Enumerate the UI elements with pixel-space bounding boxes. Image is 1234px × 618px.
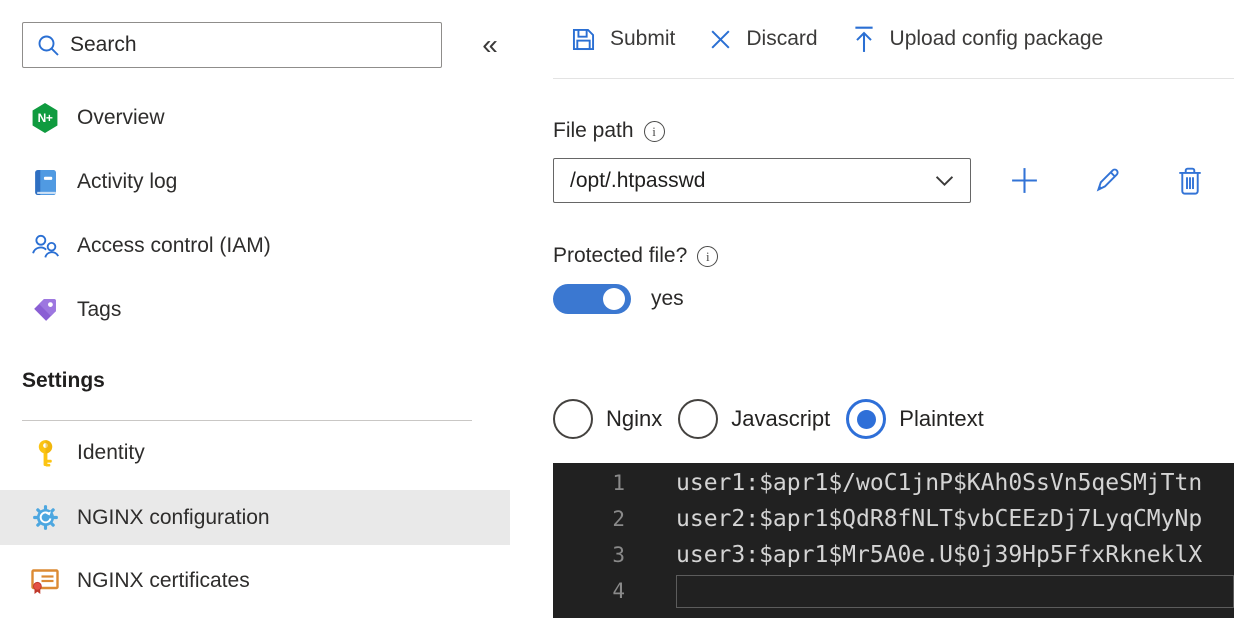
sidebar-item-access-control[interactable]: Access control (IAM) xyxy=(0,214,510,278)
people-icon xyxy=(30,231,60,261)
trash-icon xyxy=(1179,167,1201,195)
nginx-logo-icon: N+ xyxy=(30,103,60,133)
chevron-down-icon xyxy=(935,175,954,186)
collapse-sidebar-button[interactable]: « xyxy=(462,24,518,66)
sidebar-search-row: « xyxy=(22,22,522,68)
sidebar-item-label: NGINX configuration xyxy=(77,505,270,529)
pencil-icon xyxy=(1096,168,1119,192)
gear-icon xyxy=(30,503,60,533)
search-box[interactable] xyxy=(22,22,442,68)
sidebar-item-activity-log[interactable]: Activity log xyxy=(0,150,510,214)
line-number: 3 xyxy=(612,543,625,567)
protected-file-toggle[interactable] xyxy=(553,284,631,314)
protected-file-label: Protected file? xyxy=(553,244,688,267)
line-number: 4 xyxy=(612,579,625,603)
tag-icon xyxy=(30,295,60,325)
sidebar-item-label: Access control (IAM) xyxy=(77,234,271,257)
toggle-knob xyxy=(603,288,625,310)
activity-log-icon xyxy=(30,167,60,197)
sidebar-item-label: NGINX certificates xyxy=(77,569,250,592)
sidebar-item-label: Identity xyxy=(77,441,145,464)
editor-line: 4 xyxy=(553,573,1234,609)
file-path-label-row: File path xyxy=(553,119,665,143)
editor-line: 3 user3:$apr1$Mr5A0e.U$0j39Hp5FfxRkneklX xyxy=(553,537,1234,573)
sidebar-item-tags[interactable]: Tags xyxy=(0,278,510,342)
radio-circle xyxy=(846,399,887,439)
radio-circle xyxy=(678,399,719,439)
upload-icon xyxy=(854,26,873,52)
submit-button[interactable]: Submit xyxy=(570,26,675,53)
toggle-state-label: yes xyxy=(651,287,684,310)
nginx-configuration-panel: Submit Discard Upload config package Fil… xyxy=(553,0,1234,618)
line-number: 1 xyxy=(612,471,625,495)
edit-file-button[interactable] xyxy=(1089,163,1125,199)
radio-javascript[interactable]: Javascript xyxy=(678,399,830,439)
x-icon xyxy=(711,29,730,49)
add-file-button[interactable] xyxy=(1006,163,1042,199)
delete-file-button[interactable] xyxy=(1172,163,1208,199)
key-icon xyxy=(30,438,60,468)
file-path-combobox[interactable]: /opt/.htpasswd xyxy=(553,158,971,203)
sidebar-item-identity[interactable]: Identity xyxy=(0,421,510,485)
radio-plaintext[interactable]: Plaintext xyxy=(846,399,984,439)
code-line[interactable]: user3:$apr1$Mr5A0e.U$0j39Hp5FfxRkneklX xyxy=(676,542,1202,568)
editor-line: 2 user2:$apr1$QdR8fNLT$vbCEEzDj7LyqCMyNp xyxy=(553,501,1234,537)
protected-file-row: yes xyxy=(553,284,684,314)
file-path-value: /opt/.htpasswd xyxy=(570,168,706,192)
nginx-configuration-page: « N+ Overview Activity log Access contro… xyxy=(0,0,1234,618)
config-code-editor[interactable]: 1 user1:$apr1$/woC1jnP$KAh0SsVn5qeSMjTtn… xyxy=(553,463,1234,618)
file-path-row: /opt/.htpasswd xyxy=(553,158,1208,203)
file-path-label: File path xyxy=(553,119,634,142)
upload-config-package-button[interactable]: Upload config package xyxy=(851,25,1103,53)
line-number: 2 xyxy=(612,507,625,531)
plus-icon xyxy=(1011,168,1037,193)
sidebar-item-label: Overview xyxy=(77,106,165,129)
code-line[interactable]: user2:$apr1$QdR8fNLT$vbCEEzDj7LyqCMyNp xyxy=(676,506,1202,532)
discard-button[interactable]: Discard xyxy=(708,27,818,52)
save-icon xyxy=(572,28,595,50)
protected-file-label-row: Protected file? xyxy=(553,244,719,268)
sidebar-item-nginx-certificates[interactable]: NGINX certificates xyxy=(0,549,510,613)
editor-line: 1 user1:$apr1$/woC1jnP$KAh0SsVn5qeSMjTtn xyxy=(553,465,1234,501)
format-radio-group: Nginx Javascript Plaintext xyxy=(553,398,1000,440)
settings-section-header: Settings xyxy=(22,369,105,392)
sidebar-nav: N+ Overview Activity log Access control … xyxy=(0,86,510,613)
certificate-icon xyxy=(30,566,60,596)
radio-circle xyxy=(553,399,593,439)
sidebar-item-label: Activity log xyxy=(77,170,178,193)
info-icon[interactable] xyxy=(643,120,665,142)
radio-nginx[interactable]: Nginx xyxy=(553,399,662,439)
search-icon xyxy=(38,35,59,56)
search-input[interactable] xyxy=(70,33,400,57)
command-bar: Submit Discard Upload config package xyxy=(553,0,1234,79)
info-icon[interactable] xyxy=(697,245,719,267)
sidebar-item-overview[interactable]: N+ Overview xyxy=(0,86,510,150)
editor-cursor-box[interactable] xyxy=(676,574,1234,608)
sidebar-item-label: Tags xyxy=(77,298,122,321)
sidebar: « N+ Overview Activity log Access contro… xyxy=(0,0,553,618)
file-path-actions xyxy=(1006,163,1208,199)
code-line[interactable]: user1:$apr1$/woC1jnP$KAh0SsVn5qeSMjTtn xyxy=(676,470,1202,496)
sidebar-item-nginx-configuration[interactable]: NGINX configuration xyxy=(0,490,510,545)
